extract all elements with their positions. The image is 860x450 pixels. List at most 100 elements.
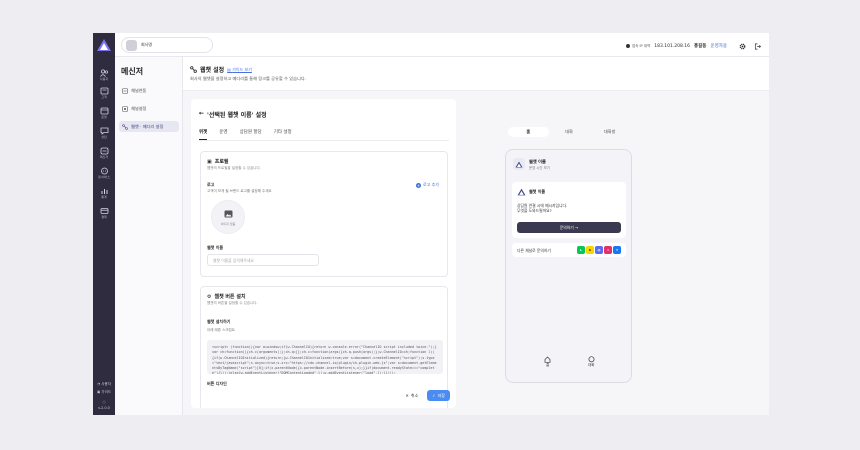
brand-logo-icon [517,188,526,196]
tab-agent-assignment[interactable]: 상담원 할당 [240,129,262,140]
preview-tab-chatroom[interactable]: 대화방 [589,127,630,137]
instagram-icon[interactable]: I [604,246,612,254]
user-role[interactable]: 운영자용 [710,43,727,49]
sidebar-item-channel-link[interactable]: 채널연동 [119,85,179,96]
rail-item-billing[interactable]: 결제 [93,207,115,220]
profile-card-desc: 웹챗의 프로필을 설정할 수 있습니다. [207,166,261,170]
preview-nav-home-label: 홈 [546,363,550,367]
image-icon [224,210,232,218]
guide-link[interactable]: ▤ 가이드 보기 [227,67,252,73]
sidebar-item-label: 웹챗 · 메디리 설정 [131,123,164,129]
rail-label: 사용자 [99,77,109,81]
phone-preview: 웹챗 이름 운영 시간 보기 웹챗 이름 상담원 연결 시에 메시지입니다. 무… [505,149,632,383]
sidebar-item-channel-settings[interactable]: 채널설정 [119,103,179,114]
logo-placeholder[interactable]: 이미지 없음 [211,200,245,234]
install-card-title: 웹챗 버튼 설치 [214,294,246,300]
tab-operation[interactable]: 운영 [219,129,227,140]
logo-hint: 고객이 보게 될 브랜드 로고를 설정해 주세요 [207,189,272,193]
back-title-row[interactable]: ← '선택된 웹챗 이름' 설정 [199,110,267,119]
settings-icon [122,105,128,112]
install-script-code[interactable]: <script> (function(){var w=window;if(w.C… [207,340,443,374]
link-icon [122,87,128,94]
message-card-head: 웹챗 이름 [517,188,545,196]
facebook-icon[interactable]: f [613,246,621,254]
rail-user-label: 사용자 [101,382,111,386]
rail-item-customer[interactable]: 고객 [93,87,115,100]
cancel-button[interactable]: ✕ 취소 [400,390,424,401]
rail-item-stats[interactable]: 통계 [93,187,115,200]
help-icon: ▣ [96,390,101,394]
preview-hours-link[interactable]: 운영 시간 보기 [529,165,550,170]
add-logo-button[interactable]: + 로고 추가 [416,182,439,188]
kakao-icon[interactable]: K [586,246,594,254]
tab-widget[interactable]: 위젯 [199,129,208,140]
logo-caption: 이미지 없음 [220,222,236,226]
message-line-2: 무엇을 도와드릴까요? [517,208,552,213]
stats-icon [101,189,107,194]
profile-icon: ▣ [207,158,212,165]
cancel-label: 취소 [410,392,419,398]
webchat-name-input[interactable]: 웹챗 이름을 입력해주세요 [207,254,319,266]
rail-item-operation[interactable]: 운영 [93,107,115,120]
preview-tab-home[interactable]: 홈 [508,127,549,137]
rail-item-messenger[interactable]: 메신저 [93,147,115,160]
line-icon[interactable]: L [577,246,585,254]
brand-logo-icon[interactable] [96,38,112,52]
button-icon: ⚙ [207,293,212,300]
ip-tag: 접속 IP 대역 [625,43,651,49]
sidebar-item-webchat-settings[interactable]: 웹챗 · 메디리 설정 [119,121,179,132]
top-bar: 회사명 접속 IP 대역 183.101.208.16 홍길동 운영자용 [115,33,769,57]
rail-bottom-user[interactable]: ◔ 사용자 [93,381,115,387]
users-icon [99,69,108,77]
webchat-icon [122,123,128,130]
preview-message-card: 웹챗 이름 상담원 연결 시에 메시지입니다. 무엇을 도와드릴까요? 문의하기… [512,182,626,238]
preview-nav-chat[interactable]: 대화 [588,356,595,368]
save-label: 저장 [437,392,445,398]
preview-nav-chat-label: 대화 [588,363,595,367]
channel-icons: L K @ I f [577,246,621,254]
rail-label: 운영 [101,115,107,119]
workspace-avatar [126,40,137,51]
sidebar-item-label: 채널설정 [131,105,147,111]
top-right-info: 접속 IP 대역 183.101.208.16 홍길동 운영자용 [625,41,761,51]
sidebar: 메신저 채널연동 채널설정 웹챗 · 메디리 설정 [115,57,183,415]
preview-nav-home[interactable]: 홈 [544,356,551,368]
message-card-name: 웹챗 이름 [529,189,546,194]
preview-logo [513,158,525,170]
guide-link-label: 가이드 보기 [232,66,252,72]
workspace-selector[interactable]: 회사명 [121,37,213,53]
app-window: 사용자 고객 운영 상담 메신저 봇/서비스 통계 결제 ◔ 사용자 ▣ 가이드… [93,33,769,415]
preview-tab-chat[interactable]: 대화 [549,127,590,137]
gear-icon[interactable] [739,43,746,50]
rail-help-label: 가이드 [101,390,112,394]
preview-tabs: 홈 대화 대화방 [508,127,630,137]
workspace-name: 회사명 [141,42,153,47]
rail-item-bot[interactable]: 봇/서비스 [93,167,115,180]
preview-header: 웹챗 이름 운영 시간 보기 [513,158,550,170]
sidebar-item-label: 채널연동 [131,87,147,93]
logout-icon[interactable] [754,43,761,50]
inquiry-button[interactable]: 문의하기 → [517,222,621,233]
footer-buttons: ✕ 취소 ✓ 저장 [400,390,450,401]
selected-webchat-title: '선택된 웹챗 이름' 설정 [207,112,267,119]
install-card-title-row: ⚙ 웹챗 버튼 설치 [207,293,246,301]
tab-other-settings[interactable]: 기타 설정 [274,129,292,140]
save-button[interactable]: ✓ 저장 [427,390,450,401]
profile-card-title: 프로필 [214,159,229,165]
customer-icon [100,87,108,95]
rail-label: 통계 [101,195,107,199]
other-channels-row: 다른 채널로 문의하기 L K @ I f [512,243,626,257]
ip-label: 접속 IP 대역 [631,43,651,48]
page-header: 웹챗 설정 ▤ 가이드 보기 회사의 웹챗을 설정하고 메디리를 통해 링크를 … [183,57,769,91]
profile-card-title-row: ▣ 프로필 [207,158,229,166]
brand-logo-icon [515,161,523,167]
rail-item-users[interactable]: 사용자 [93,69,115,82]
back-arrow-icon[interactable]: ← [199,110,204,119]
rail-item-chat[interactable]: 상담 [93,127,115,140]
mail-icon[interactable]: @ [595,246,603,254]
rail-bottom-help[interactable]: ▣ 가이드 [93,389,115,395]
plus-icon: + [416,182,421,188]
settings-tabs: 위젯 운영 상담원 할당 기타 설정 [199,129,449,141]
install-card-desc: 웹챗의 버튼을 설정할 수 있습니다. [207,301,258,305]
user-name: 홍길동 [694,44,707,49]
